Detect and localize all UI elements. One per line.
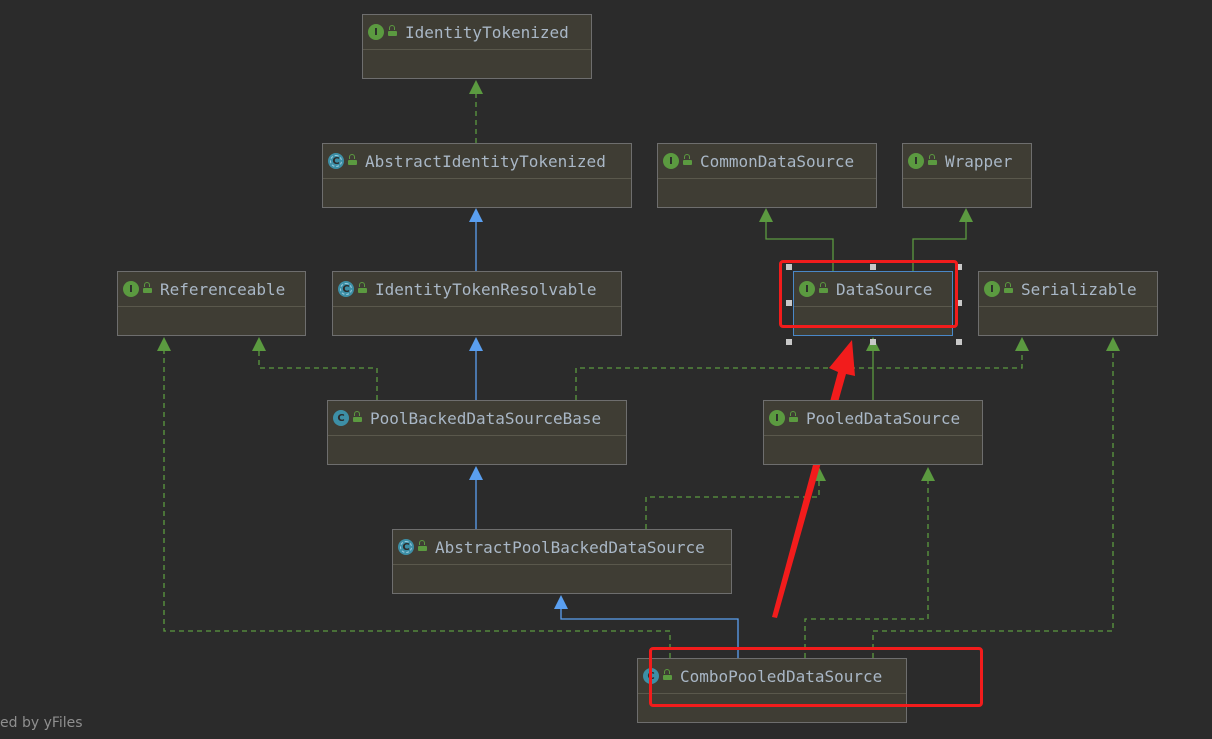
- public-lock-icon: [143, 282, 152, 293]
- abstract-class-icon: C: [398, 539, 414, 555]
- arrowhead-abstractpoolbacked: [554, 595, 568, 609]
- node-abstractpoolbackeddatasource[interactable]: C AbstractPoolBackedDataSource: [392, 529, 732, 594]
- public-lock-icon: [789, 411, 798, 422]
- arrowhead-pooleddatasource-2: [921, 467, 935, 481]
- arrowhead-identitytokenresolvable: [469, 337, 483, 351]
- edge-combo-referenceable: [163, 351, 671, 658]
- node-name: AbstractIdentityTokenized: [365, 151, 606, 171]
- highlight-box-datasource: [779, 260, 958, 328]
- public-lock-icon: [353, 411, 362, 422]
- node-name: IdentityTokenResolvable: [375, 279, 597, 299]
- node-name: IdentityTokenized: [405, 22, 569, 42]
- arrowhead-commondatasource: [759, 208, 773, 222]
- arrowhead-wrapper: [959, 208, 973, 222]
- arrowhead-serializable-1: [1015, 337, 1029, 351]
- arrowhead-poolbacked: [469, 466, 483, 480]
- node-pooleddatasource[interactable]: I PooledDataSource: [763, 400, 983, 465]
- interface-icon: I: [984, 281, 1000, 297]
- node-name: PooledDataSource: [806, 408, 961, 428]
- arrowhead-referenceable-2: [157, 337, 171, 351]
- node-abstractidentitytokenized[interactable]: C AbstractIdentityTokenized: [322, 143, 632, 208]
- node-referenceable[interactable]: I Referenceable: [117, 271, 306, 336]
- edge-combo-serializable: [872, 351, 1114, 658]
- node-wrapper[interactable]: I Wrapper: [902, 143, 1032, 208]
- public-lock-icon: [418, 540, 427, 551]
- node-poolbackeddatasourcebase[interactable]: C PoolBackedDataSourceBase: [327, 400, 627, 465]
- arrowhead-referenceable-1: [252, 337, 266, 351]
- public-lock-icon: [928, 154, 937, 165]
- selection-handle-bottom-left[interactable]: [786, 339, 792, 345]
- abstract-class-icon: C: [338, 281, 354, 297]
- node-name: CommonDataSource: [700, 151, 855, 171]
- yfiles-credit: ed by yFiles: [0, 715, 83, 731]
- class-icon: C: [333, 410, 349, 426]
- node-identitytokenized[interactable]: I IdentityTokenized: [362, 14, 592, 79]
- arrowhead-serializable-2: [1106, 337, 1120, 351]
- edge-poolbacked-referenceable: [258, 351, 378, 400]
- interface-icon: I: [368, 24, 384, 40]
- node-name: Wrapper: [945, 151, 1013, 171]
- public-lock-icon: [358, 282, 367, 293]
- arrowhead-abstractidentitytokenized: [469, 208, 483, 222]
- node-identitytokenresolvable[interactable]: C IdentityTokenResolvable: [332, 271, 622, 336]
- node-name: PoolBackedDataSourceBase: [370, 408, 602, 428]
- public-lock-icon: [1004, 282, 1013, 293]
- interface-icon: I: [908, 153, 924, 169]
- diagram-edges: [157, 80, 1120, 658]
- interface-icon: I: [663, 153, 679, 169]
- selection-handle-bottom[interactable]: [870, 339, 876, 345]
- edge-abstractpoolbacked-pooleddatasource: [645, 481, 820, 529]
- edge-poolbacked-serializable: [575, 351, 1023, 400]
- node-name: Referenceable: [160, 279, 286, 299]
- highlight-box-combopooleddatasource: [649, 647, 983, 707]
- selection-handle-bottom-right[interactable]: [956, 339, 962, 345]
- node-serializable[interactable]: I Serializable: [978, 271, 1158, 336]
- node-name: Serializable: [1021, 279, 1137, 299]
- public-lock-icon: [388, 25, 397, 36]
- node-name: AbstractPoolBackedDataSource: [435, 537, 705, 557]
- abstract-class-icon: C: [328, 153, 344, 169]
- node-commondatasource[interactable]: I CommonDataSource: [657, 143, 877, 208]
- red-annotation-arrow: [772, 340, 855, 618]
- public-lock-icon: [348, 154, 357, 165]
- interface-icon: I: [769, 410, 785, 426]
- arrowhead-identitytokenized: [469, 80, 483, 94]
- public-lock-icon: [683, 154, 692, 165]
- interface-icon: I: [123, 281, 139, 297]
